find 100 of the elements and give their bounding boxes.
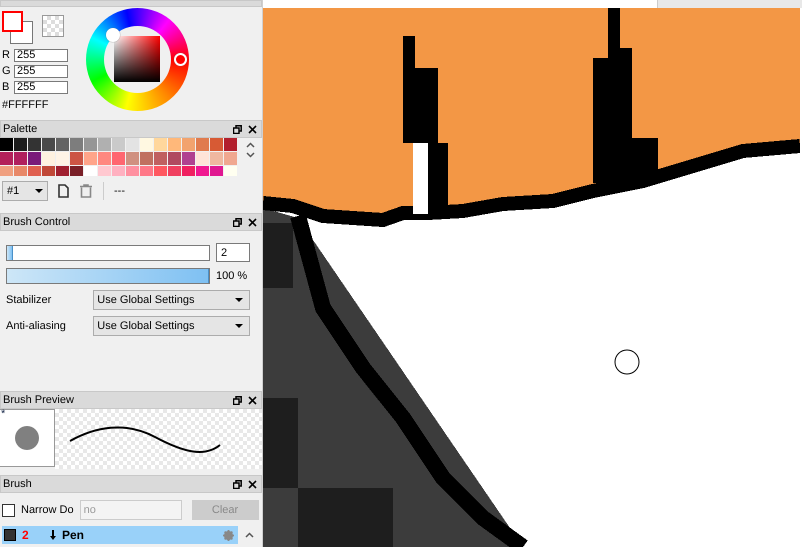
palette-swatch[interactable] [224, 166, 237, 176]
channel-input[interactable]: 255 [14, 80, 68, 94]
caret-icon [35, 189, 43, 193]
palette-swatch[interactable] [70, 152, 83, 165]
palette-swatch[interactable] [182, 166, 195, 176]
palette-swatch[interactable] [14, 166, 27, 176]
size-input[interactable]: 2 [216, 243, 250, 262]
palette-swatch[interactable] [154, 152, 167, 165]
palette-swatch[interactable] [84, 138, 97, 151]
palette-swatch[interactable] [210, 138, 223, 151]
palette-swatch[interactable] [42, 138, 55, 151]
palette-swatch[interactable] [84, 166, 97, 176]
palette-swatch[interactable] [70, 138, 83, 151]
checkbox-label: Narrow Do [21, 504, 74, 516]
palette-swatch[interactable] [42, 152, 55, 165]
palette-set-dropdown[interactable]: #1 [2, 181, 48, 201]
palette-swatch[interactable] [154, 138, 167, 151]
filter-field[interactable]: no [80, 500, 182, 520]
palette-swatch[interactable] [28, 166, 41, 176]
scroll-up-icon[interactable] [246, 142, 254, 148]
brush-number: 2 [22, 528, 30, 542]
float-icon[interactable] [233, 124, 242, 134]
panel-title: Brush Control [3, 216, 70, 228]
new-page-icon[interactable] [58, 184, 69, 198]
scroll-down-icon[interactable] [246, 152, 254, 158]
float-icon[interactable] [233, 218, 242, 226]
setting-dropdown[interactable]: Use Global Settings [93, 316, 250, 336]
palette-swatch[interactable] [126, 166, 139, 176]
float-icon[interactable] [233, 480, 242, 488]
pen-icon [50, 530, 56, 540]
modified-mark: * [1, 408, 6, 420]
palette-swatch[interactable] [140, 138, 153, 151]
palette-swatch[interactable] [98, 138, 111, 151]
caret-icon [235, 324, 243, 328]
palette-swatch[interactable] [224, 138, 237, 151]
channel-input[interactable]: 255 [14, 48, 68, 62]
palette-swatch[interactable] [70, 166, 83, 176]
color-swatches-drawing[interactable] [2, 11, 34, 44]
channel-label: B [2, 81, 10, 93]
palette-swatch[interactable] [112, 138, 125, 151]
channel-label: R [2, 49, 10, 61]
palette-swatch[interactable] [14, 152, 27, 165]
palette-swatch[interactable] [168, 166, 181, 176]
brush-cursor-icon [614, 349, 640, 375]
palette-swatch[interactable] [224, 152, 237, 165]
hue-handle[interactable] [174, 53, 187, 66]
palette-swatch[interactable] [84, 152, 97, 165]
palette-swatch[interactable] [0, 152, 13, 165]
palette-swatch[interactable] [28, 138, 41, 151]
close-icon[interactable] [248, 480, 257, 488]
palette-swatch[interactable] [126, 138, 139, 151]
palette-swatch[interactable] [210, 166, 223, 176]
palette-swatch[interactable] [0, 166, 13, 176]
saturation-handle[interactable] [106, 28, 120, 42]
setting-label: Stabilizer [6, 294, 52, 306]
brush-tip-dot [15, 426, 39, 450]
palette-swatch[interactable] [98, 166, 111, 176]
palette-swatch[interactable] [112, 166, 125, 176]
palette-swatch[interactable] [196, 166, 209, 176]
saturation-value-square[interactable] [114, 36, 160, 82]
palette-swatch[interactable] [98, 152, 111, 165]
palette-swatch[interactable] [56, 152, 69, 165]
setting-dropdown[interactable]: Use Global Settings [93, 290, 250, 310]
palette-swatch[interactable] [14, 138, 27, 151]
trash-icon[interactable] [79, 184, 93, 198]
palette-swatch[interactable] [182, 138, 195, 151]
palette-swatch[interactable] [210, 152, 223, 165]
scroll-up-icon[interactable] [245, 532, 254, 538]
brush-list-item[interactable]: 2 Pen [2, 526, 238, 544]
palette-swatch[interactable] [0, 138, 13, 151]
palette-swatch[interactable] [56, 166, 69, 176]
gear-icon[interactable] [223, 530, 234, 540]
checkbox[interactable] [2, 504, 15, 516]
palette-swatch[interactable] [112, 152, 125, 165]
document-tab[interactable] [263, 0, 657, 8]
palette-swatch[interactable] [56, 138, 69, 151]
palette-swatch[interactable] [154, 166, 167, 176]
float-icon[interactable] [233, 396, 242, 404]
close-icon[interactable] [248, 396, 257, 404]
panel-title: Palette [3, 123, 38, 135]
palette-swatch[interactable] [28, 152, 41, 165]
close-icon[interactable] [248, 124, 257, 134]
palette-swatch[interactable] [168, 152, 181, 165]
palette-swatch[interactable] [140, 166, 153, 176]
palette-swatch[interactable] [196, 152, 209, 165]
palette-swatch[interactable] [168, 138, 181, 151]
palette-swatch[interactable] [182, 152, 195, 165]
opacity-reading: 100 % [216, 270, 248, 282]
brush-name: Pen [62, 528, 86, 542]
transparent-color-swatch[interactable] [42, 15, 64, 37]
panel-title: Brush Preview [3, 394, 74, 406]
palette-swatch[interactable] [196, 138, 209, 151]
panel-title: Brush [3, 478, 32, 490]
palette-swatch[interactable] [42, 166, 55, 176]
palette-swatch[interactable] [140, 152, 153, 165]
caret-icon [235, 298, 243, 302]
size-slider[interactable] [6, 244, 210, 260]
close-icon[interactable] [248, 218, 257, 226]
palette-swatch[interactable] [126, 152, 139, 165]
channel-input[interactable]: 255 [14, 64, 68, 78]
